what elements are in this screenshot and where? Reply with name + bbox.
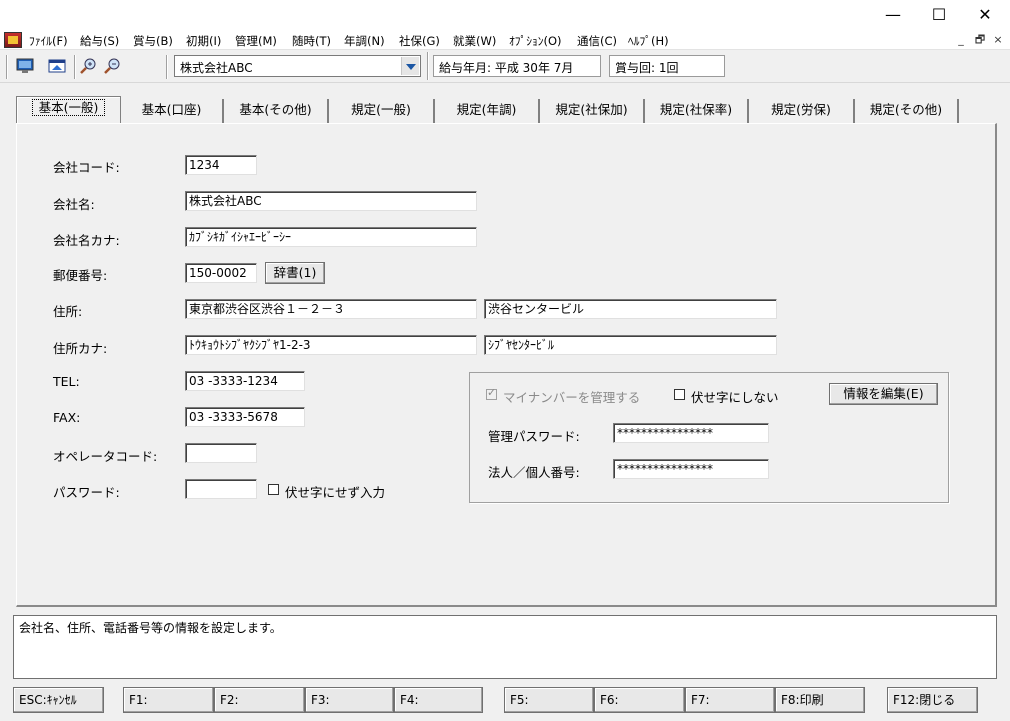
bonus-round-display: 賞与回: 1回 bbox=[609, 55, 725, 77]
tab-panel bbox=[16, 123, 997, 607]
mdi-close-button[interactable]: × bbox=[990, 33, 1006, 47]
postal-code-input[interactable]: 150-0002 bbox=[185, 263, 257, 283]
menu-help[interactable]: ﾍﾙﾌﾟ(H) bbox=[628, 33, 669, 49]
manage-mynumber-checkbox[interactable] bbox=[486, 386, 497, 400]
address-kana1-input[interactable]: ﾄｳｷｮｳﾄｼﾌﾞﾔｸｼﾌﾞﾔ1-2-3 bbox=[185, 335, 477, 355]
f6-button[interactable]: F6: bbox=[594, 687, 685, 713]
menu-bar: ﾌｧｲﾙ(F) 給与(S) 賞与(B) 初期(I) 管理(M) 随時(T) 年調… bbox=[0, 30, 1010, 50]
f2-button[interactable]: F2: bbox=[214, 687, 305, 713]
corp-number-input[interactable]: **************** bbox=[613, 459, 769, 479]
tel-label: TEL: bbox=[53, 374, 80, 389]
menu-file[interactable]: ﾌｧｲﾙ(F) bbox=[29, 33, 68, 49]
password-label: パスワード: bbox=[53, 485, 120, 500]
menu-social-insurance[interactable]: 社保(G) bbox=[399, 33, 440, 49]
no-mask-input-checkbox[interactable] bbox=[268, 484, 279, 495]
postal-code-label: 郵便番号: bbox=[53, 268, 108, 283]
address1-input[interactable]: 東京都渋谷区渋谷１－２－３ bbox=[185, 299, 477, 319]
operator-code-label: オペレータコード: bbox=[53, 449, 158, 464]
tab-rules-general[interactable]: 規定(一般) bbox=[329, 99, 435, 123]
tab-rules-year-end[interactable]: 規定(年調) bbox=[435, 99, 540, 123]
fax-label: FAX: bbox=[53, 410, 81, 425]
tab-basic-account[interactable]: 基本(口座) bbox=[121, 99, 224, 123]
monitor-icon[interactable] bbox=[16, 58, 34, 74]
f8-print-button[interactable]: F8:印刷 bbox=[775, 687, 865, 713]
menu-year-end[interactable]: 年調(N) bbox=[344, 33, 385, 49]
menu-anytime[interactable]: 随時(T) bbox=[292, 33, 331, 49]
menu-initial[interactable]: 初期(I) bbox=[186, 33, 221, 49]
mynumber-no-mask-label: 伏せ字にしない bbox=[691, 390, 779, 405]
address-kana-label: 住所カナ: bbox=[53, 341, 108, 356]
esc-cancel-button[interactable]: ESC:ｷｬﾝｾﾙ bbox=[13, 687, 104, 713]
password-input[interactable] bbox=[185, 479, 257, 499]
fax-input[interactable]: 03 -3333-5678 bbox=[185, 407, 305, 427]
company-kana-input[interactable]: ｶﾌﾞｼｷｶﾞｲｼｬｴｰﾋﾞｰｼｰ bbox=[185, 227, 477, 247]
toolbar-separator bbox=[74, 55, 76, 79]
mdi-restore-button[interactable]: 🗗 bbox=[972, 33, 988, 47]
no-mask-input-label: 伏せ字にせず入力 bbox=[285, 485, 386, 500]
status-message: 会社名、住所、電話番号等の情報を設定します。 bbox=[13, 615, 997, 679]
zoom-out-icon[interactable] bbox=[104, 58, 122, 74]
f7-button[interactable]: F7: bbox=[685, 687, 775, 713]
menu-manage[interactable]: 管理(M) bbox=[235, 33, 277, 49]
app-icon[interactable] bbox=[4, 32, 22, 48]
menu-bonus[interactable]: 賞与(B) bbox=[133, 33, 173, 49]
edit-info-button[interactable]: 情報を編集(E) bbox=[829, 383, 938, 405]
dictionary-button[interactable]: 辞書(1) bbox=[265, 262, 325, 284]
close-button[interactable]: ✕ bbox=[962, 0, 1008, 30]
company-select-value: 株式会社ABC bbox=[180, 61, 253, 75]
f5-button[interactable]: F5: bbox=[504, 687, 594, 713]
company-name-label: 会社名: bbox=[53, 197, 95, 212]
admin-password-input[interactable]: **************** bbox=[613, 423, 769, 443]
toolbar-separator bbox=[427, 52, 429, 80]
menu-work[interactable]: 就業(W) bbox=[453, 33, 496, 49]
operator-code-input[interactable] bbox=[185, 443, 257, 463]
company-kana-label: 会社名カナ: bbox=[53, 233, 120, 248]
tab-basic-general[interactable]: 基本(一般) bbox=[16, 96, 121, 123]
tab-label: 基本(一般) bbox=[31, 99, 106, 116]
chevron-down-icon[interactable] bbox=[401, 57, 419, 75]
zoom-in-icon[interactable] bbox=[80, 58, 98, 74]
tab-rules-labor-insurance[interactable]: 規定(労保) bbox=[749, 99, 855, 123]
company-select[interactable]: 株式会社ABC bbox=[174, 55, 421, 77]
pay-period-display: 給与年月: 平成 30年 7月 bbox=[433, 55, 601, 77]
menu-salary[interactable]: 給与(S) bbox=[80, 33, 119, 49]
f12-close-button[interactable]: F12:閉じる bbox=[887, 687, 978, 713]
tab-rules-social-rate[interactable]: 規定(社保率) bbox=[645, 99, 749, 123]
manage-mynumber-label: マイナンバーを管理する bbox=[503, 390, 641, 405]
tab-rules-social-enroll[interactable]: 規定(社保加) bbox=[540, 99, 645, 123]
title-bar: — ☐ ✕ bbox=[0, 0, 1010, 30]
f3-button[interactable]: F3: bbox=[305, 687, 394, 713]
menu-options[interactable]: ｵﾌﾟｼｮﾝ(O) bbox=[509, 33, 562, 49]
menu-comm[interactable]: 通信(C) bbox=[577, 33, 617, 49]
admin-password-label: 管理パスワード: bbox=[488, 429, 580, 444]
tab-rules-other[interactable]: 規定(その他) bbox=[855, 99, 959, 123]
address2-input[interactable]: 渋谷センタービル bbox=[484, 299, 777, 319]
mdi-minimize-button[interactable]: _ bbox=[953, 33, 969, 47]
f1-button[interactable]: F1: bbox=[123, 687, 214, 713]
tel-input[interactable]: 03 -3333-1234 bbox=[185, 371, 305, 391]
address-kana2-input[interactable]: ｼﾌﾞﾔｾﾝﾀｰﾋﾞﾙ bbox=[484, 335, 777, 355]
company-code-input[interactable]: 1234 bbox=[185, 155, 257, 175]
toolbar-separator bbox=[6, 55, 8, 79]
mynumber-no-mask-checkbox[interactable] bbox=[674, 389, 685, 400]
minimize-button[interactable]: — bbox=[870, 0, 916, 30]
address-label: 住所: bbox=[53, 304, 83, 319]
f4-button[interactable]: F4: bbox=[394, 687, 483, 713]
toolbar-separator bbox=[166, 55, 168, 79]
corp-number-label: 法人／個人番号: bbox=[488, 465, 580, 480]
window-icon[interactable] bbox=[48, 58, 66, 74]
maximize-button[interactable]: ☐ bbox=[916, 0, 962, 30]
tab-basic-other[interactable]: 基本(その他) bbox=[224, 99, 329, 123]
company-name-input[interactable]: 株式会社ABC bbox=[185, 191, 477, 211]
company-code-label: 会社コード: bbox=[53, 160, 120, 175]
